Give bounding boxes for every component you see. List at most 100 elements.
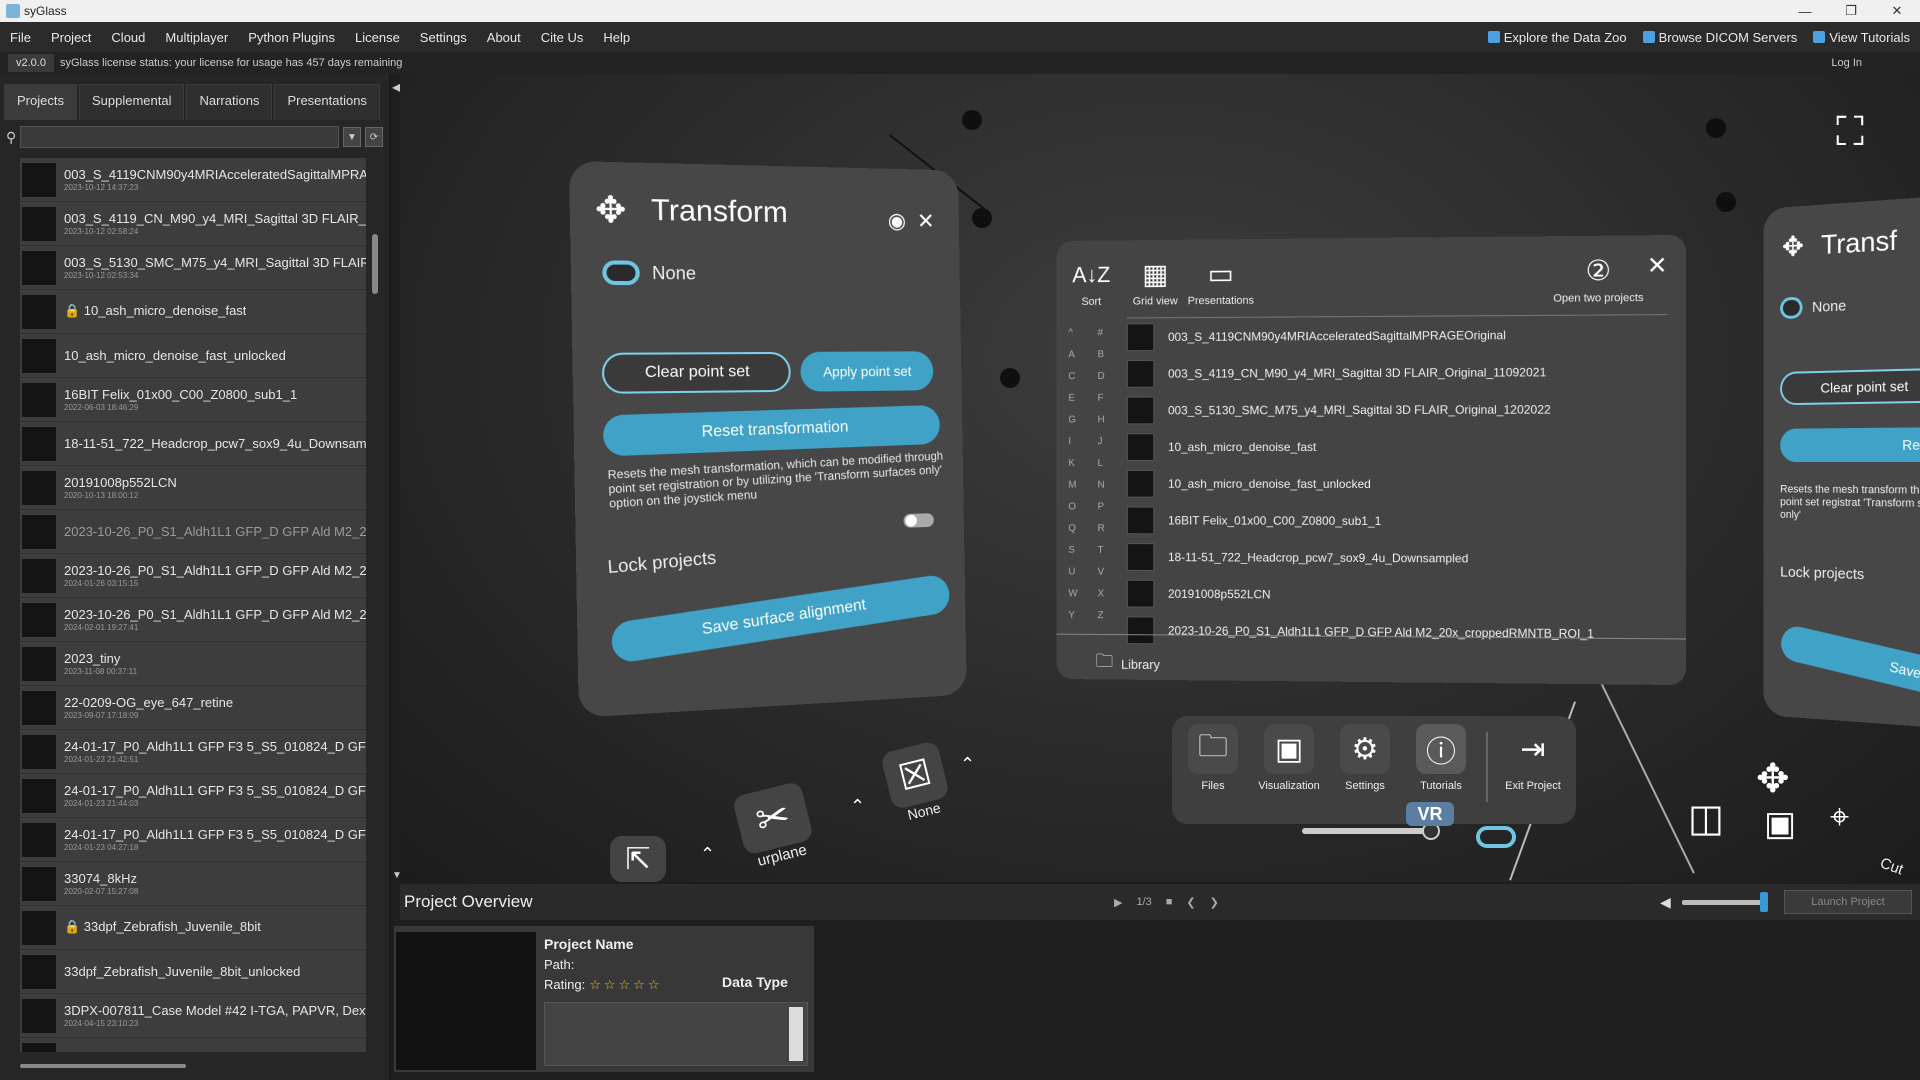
project-list-item[interactable]: 20191008p552LCN 2020-10-13 18:00:12 — [20, 466, 366, 510]
launch-project-button[interactable]: Launch Project — [1784, 890, 1912, 914]
alpha-index-letter[interactable]: P — [1098, 502, 1127, 513]
project-list-item[interactable]: 22-0209-OG_eye_647_retine 2023-09-07 17:1… — [20, 686, 366, 730]
project-list[interactable]: 003_S_4119CNM90y4MRIAcceleratedSagittalM… — [20, 158, 366, 1052]
alpha-index-letter[interactable]: L — [1098, 458, 1127, 469]
microphone-icon[interactable]: ⌖ — [1830, 798, 1849, 837]
alpha-index-letter[interactable]: O — [1068, 501, 1097, 512]
file-row[interactable]: 16BIT Felix_01x00_C00_Z0800_sub1_1 — [1127, 502, 1668, 540]
project-list-item[interactable]: 3DPX-016209_Case Model #117 DTGA, PDA — [20, 1038, 366, 1052]
file-row[interactable]: 003_S_5130_SMC_M75_y4_MRI_Sagittal 3D FL… — [1127, 390, 1668, 428]
menu-cite-us[interactable]: Cite Us — [531, 30, 594, 45]
tool-none[interactable]: ☒ None — [880, 740, 954, 826]
oval-toggle-icon[interactable] — [1476, 826, 1516, 848]
sort-button[interactable]: A↓Z Sort — [1072, 258, 1110, 308]
secondary-clear-point-set-button[interactable]: Clear point set — [1780, 368, 1920, 406]
menu-file[interactable]: File — [0, 30, 41, 45]
project-list-item[interactable]: 🔒 33dpf_Zebrafish_Juvenile_8bit — [20, 906, 366, 950]
project-list-item[interactable]: 2023-10-26_P0_S1_Aldh1L1 GFP_D GFP Ald M… — [20, 598, 366, 642]
project-list-item[interactable]: 2023-10-26_P0_S1_Aldh1L1 GFP_D GFP Ald M… — [20, 510, 366, 554]
secondary-save-button[interactable]: Save surf — [1779, 623, 1920, 699]
file-row[interactable]: 10_ash_micro_denoise_fast_unlocked — [1127, 465, 1668, 503]
menu-license[interactable]: License — [345, 30, 410, 45]
explore-data-zoo-link[interactable]: Explore the Data Zoo — [1488, 30, 1627, 45]
file-row[interactable]: 003_S_4119CNM90y4MRIAcceleratedSagittalM… — [1127, 315, 1668, 355]
project-list-item[interactable]: 24-01-17_P0_Aldh1L1 GFP F3 5_S5_010824_D… — [20, 774, 366, 818]
alpha-index-letter[interactable]: Q — [1068, 523, 1097, 534]
filter-button[interactable]: ▼ — [343, 127, 361, 147]
alpha-index-letter[interactable]: K — [1068, 458, 1097, 469]
prev-icon[interactable]: ❮ — [1186, 896, 1195, 909]
alpha-index-letter[interactable]: F — [1098, 393, 1127, 404]
chevron-up-icon[interactable]: ⌃ — [850, 796, 865, 817]
description-scrollbar[interactable] — [789, 1007, 803, 1061]
presentations-button[interactable]: ▭ Presentations — [1188, 257, 1254, 307]
chevron-up-icon[interactable]: ⌃ — [960, 754, 975, 775]
alpha-index-letter[interactable]: I — [1068, 436, 1097, 447]
tab-narrations[interactable]: Narrations — [186, 84, 272, 120]
close-button[interactable]: ✕ — [1874, 0, 1920, 22]
alpha-index-letter[interactable]: C — [1068, 371, 1097, 382]
eye-icon[interactable]: ◉ — [888, 208, 907, 234]
none-radio[interactable]: None — [602, 260, 696, 285]
alpha-index-letter[interactable]: # — [1098, 327, 1127, 338]
project-list-item[interactable]: 003_S_5130_SMC_M75_y4_MRI_Sagittal 3D FL… — [20, 246, 366, 290]
view-tutorials-link[interactable]: View Tutorials — [1813, 30, 1910, 45]
visualization-button[interactable]: ▣ Visualization — [1254, 724, 1324, 792]
settings-button[interactable]: ⚙ Settings — [1330, 724, 1400, 792]
alpha-index-letter[interactable]: Y — [1068, 610, 1097, 621]
project-list-item[interactable]: 003_S_4119_CN_M90_y4_MRI_Sagittal 3D FLA… — [20, 202, 366, 246]
reset-transformation-button[interactable]: Reset transformation — [602, 405, 940, 457]
alpha-index-letter[interactable]: W — [1068, 588, 1097, 599]
alpha-index-letter[interactable]: H — [1098, 414, 1127, 425]
tab-projects[interactable]: Projects — [4, 84, 77, 120]
close-icon[interactable]: ✕ — [917, 209, 935, 235]
project-list-item[interactable]: 2023-10-26_P0_S1_Aldh1L1 GFP_D GFP Ald M… — [20, 554, 366, 598]
project-list-item[interactable]: 24-01-17_P0_Aldh1L1 GFP F3 5_S5_010824_D… — [20, 818, 366, 862]
lock-projects-toggle[interactable] — [903, 513, 933, 528]
file-row[interactable]: 003_S_4119_CN_M90_y4_MRI_Sagittal 3D FLA… — [1127, 353, 1668, 392]
alpha-index-letter[interactable]: B — [1098, 349, 1127, 360]
alpha-index-letter[interactable]: J — [1098, 436, 1127, 447]
alphabet-index[interactable]: ^ # A B C D E F G H I J K L M N O P Q R S T U V W X Y Z — [1068, 327, 1127, 621]
project-list-item[interactable]: 2023_tiny 2023-11-08 00:37:11 — [20, 642, 366, 686]
dock-slider[interactable] — [1302, 828, 1432, 834]
volume-icon[interactable]: ◀ — [1660, 894, 1671, 911]
add-split-icon[interactable]: ◫ — [1688, 796, 1724, 841]
exit-project-button[interactable]: ⇥ Exit Project — [1498, 724, 1568, 792]
project-list-hscrollbar[interactable] — [20, 1064, 186, 1068]
tab-supplemental[interactable]: Supplemental — [79, 84, 185, 120]
move-tool-icon[interactable]: ✥ — [1756, 756, 1790, 802]
menu-python-plugins[interactable]: Python Plugins — [238, 30, 345, 45]
clear-point-set-button[interactable]: Clear point set — [602, 352, 791, 394]
library-row[interactable]: 🗀 Library — [1057, 634, 1686, 684]
vr-viewport[interactable]: ⛶ ✥ Transform ◉ ✕ None Clear point set A… — [400, 74, 1920, 882]
refresh-button[interactable]: ⟳ — [365, 127, 383, 147]
alpha-index-letter[interactable]: D — [1098, 371, 1127, 382]
file-row[interactable]: 18-11-51_722_Headcrop_pcw7_sox9_4u_Downs… — [1127, 538, 1668, 577]
secondary-reset-button[interactable]: Reset tr — [1780, 427, 1920, 462]
log-in-link[interactable]: Log In — [1831, 57, 1862, 69]
alpha-index-letter[interactable]: X — [1098, 588, 1127, 599]
alpha-index-letter[interactable]: ^ — [1068, 328, 1097, 339]
tutorials-button[interactable]: ⓘ Tutorials — [1406, 724, 1476, 792]
tab-presentations[interactable]: Presentations — [274, 84, 380, 120]
menu-help[interactable]: Help — [593, 30, 640, 45]
alpha-index-letter[interactable]: V — [1098, 567, 1127, 578]
apply-point-set-button[interactable]: Apply point set — [800, 351, 933, 391]
alpha-index-letter[interactable]: T — [1098, 545, 1127, 556]
menu-multiplayer[interactable]: Multiplayer — [155, 30, 238, 45]
tool-axes[interactable]: ⇱ — [610, 836, 666, 882]
project-list-scrollbar[interactable] — [372, 234, 378, 294]
project-list-item[interactable]: 10_ash_micro_denoise_fast_unlocked — [20, 334, 366, 378]
alpha-index-letter[interactable]: E — [1068, 393, 1097, 404]
browse-dicom-link[interactable]: Browse DICOM Servers — [1643, 30, 1798, 45]
rating-stars[interactable]: ☆☆☆☆☆ — [589, 975, 662, 995]
alpha-index-letter[interactable]: A — [1068, 349, 1097, 360]
next-icon[interactable]: ❯ — [1210, 896, 1219, 909]
file-row[interactable]: 10_ash_micro_denoise_fast — [1127, 428, 1668, 465]
file-row[interactable]: 20191008p552LCN — [1127, 575, 1668, 615]
alpha-index-letter[interactable]: G — [1068, 415, 1097, 426]
files-button[interactable]: 🗀 Files — [1178, 724, 1248, 792]
project-list-item[interactable]: 16BIT Felix_01x00_C00_Z0800_sub1_1 2022-0… — [20, 378, 366, 422]
menu-cloud[interactable]: Cloud — [101, 30, 155, 45]
